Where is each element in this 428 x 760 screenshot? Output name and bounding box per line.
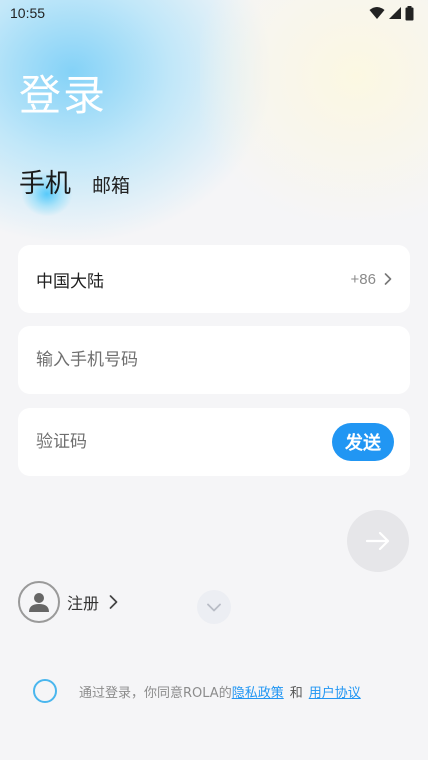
tab-email[interactable]: 邮箱 <box>92 171 130 198</box>
chevron-down-icon <box>207 603 221 611</box>
phone-input[interactable] <box>36 350 376 370</box>
region-code: +86 <box>350 270 376 288</box>
chevron-right-icon <box>384 273 392 285</box>
tab-phone[interactable]: 手机 <box>19 163 71 200</box>
background-blob-cream <box>200 0 428 220</box>
arrow-right-icon <box>365 531 390 551</box>
region-selector[interactable]: 中国大陆 +86 <box>18 245 410 313</box>
next-button[interactable] <box>347 510 409 572</box>
region-code-group: +86 <box>351 271 392 288</box>
wifi-icon <box>369 7 385 19</box>
status-bar: 10:55 <box>0 0 428 26</box>
register-link[interactable]: 注册 <box>18 581 118 623</box>
agreement-and: 和 <box>289 685 303 701</box>
chevron-right-icon <box>109 595 118 609</box>
privacy-policy-link[interactable]: 隐私政策 <box>232 682 284 701</box>
register-label: 注册 <box>67 594 100 613</box>
agree-checkbox[interactable] <box>33 679 57 703</box>
page-title: 登录 <box>19 71 108 120</box>
status-time: 10:55 <box>10 5 46 21</box>
agreement: 通过登录，你同意ROLA的 隐私政策 和 用户协议 <box>33 679 361 703</box>
signal-icon <box>389 7 401 19</box>
user-agreement-link[interactable]: 用户协议 <box>309 682 361 701</box>
send-code-button[interactable]: 发送 <box>332 423 394 461</box>
region-label: 中国大陆 <box>36 271 104 292</box>
collapse-button[interactable] <box>197 590 231 624</box>
code-field-card: 发送 <box>18 408 410 476</box>
agreement-text: 通过登录，你同意ROLA的 隐私政策 和 用户协议 <box>79 682 361 701</box>
avatar <box>18 581 60 623</box>
verification-code-input[interactable] <box>36 432 276 452</box>
phone-field-card <box>18 326 410 394</box>
person-icon <box>29 593 49 612</box>
status-icons <box>369 5 414 21</box>
agreement-prefix: 通过登录，你同意ROLA的 <box>79 685 232 701</box>
battery-icon <box>405 5 414 20</box>
login-method-tabs: 手机 邮箱 <box>19 163 130 200</box>
register-chevron <box>109 595 118 609</box>
